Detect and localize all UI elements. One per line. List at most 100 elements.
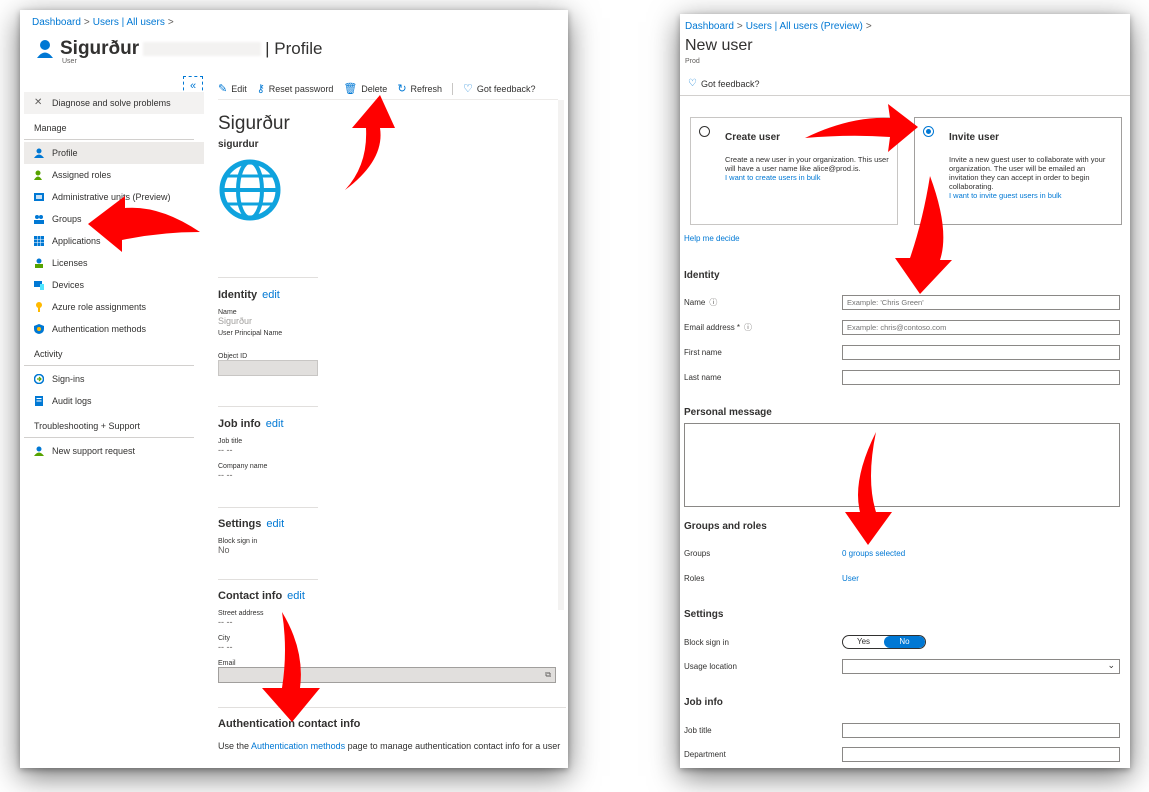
sidebar-item-profile[interactable]: Profile	[24, 142, 204, 164]
usage-location-row: Usage location ⌄	[684, 658, 1124, 674]
last-name-input[interactable]	[842, 369, 1120, 385]
sidebar-item-label: Administrative units (Preview)	[52, 192, 171, 202]
email-field[interactable]: ⧉	[218, 667, 556, 683]
auth-text-prefix: Use the	[218, 741, 252, 751]
identity-section: Identity edit Name Sigurður User Principa…	[218, 289, 318, 376]
toolbar-divider	[452, 82, 454, 95]
refresh-button[interactable]: ↻ Refresh	[397, 82, 442, 95]
first-name-input[interactable]	[842, 344, 1120, 360]
field-label: Job title	[684, 725, 712, 735]
sidebar-item-diagnose[interactable]: ✕ Diagnose and solve problems	[24, 92, 204, 114]
field-label: Street address	[218, 610, 264, 617]
groups-selected-link[interactable]: 0 groups selected	[842, 549, 905, 558]
create-user-radio[interactable]	[699, 126, 710, 137]
wrench-icon: ✕	[34, 97, 43, 108]
sidebar-item-devices[interactable]: Devices	[24, 274, 204, 296]
job-info-section-title: Job info	[684, 697, 723, 708]
sidebar-item-azure-role-assignments[interactable]: Azure role assignments	[24, 296, 204, 318]
sidebar-item-admin-units[interactable]: Administrative units (Preview)	[24, 186, 204, 208]
refresh-label: Refresh	[410, 83, 443, 94]
field-label: City	[218, 635, 231, 642]
feedback-label: Got feedback?	[476, 83, 536, 94]
option-desc-text: Invite a new guest user to collaborate w…	[949, 155, 1106, 191]
edit-button[interactable]: ✎ Edit	[218, 82, 247, 95]
sidebar-item-label: Groups	[52, 214, 82, 224]
chevron-down-icon: ⌄	[1107, 659, 1115, 670]
field-value: No	[218, 545, 230, 555]
toggle-no[interactable]: No	[884, 636, 925, 648]
sidebar-item-label: Profile	[52, 148, 78, 158]
option-title: Invite user	[949, 132, 1000, 143]
job-title-input[interactable]	[842, 722, 1120, 738]
sign-in-icon	[33, 373, 45, 385]
job-edit-link[interactable]: edit	[266, 418, 284, 430]
block-sign-in-toggle[interactable]: Yes No	[842, 635, 926, 649]
nav-section-activity: Activity	[24, 342, 194, 366]
department-row: Department	[684, 746, 1124, 762]
breadcrumb-users[interactable]: Users | All users (Preview)	[746, 21, 863, 32]
field-label: Email	[218, 660, 236, 667]
option-title: Create user	[725, 132, 781, 143]
field-label: Roles	[684, 573, 705, 583]
heart-icon: ♡	[463, 83, 473, 95]
sidebar-item-label: New support request	[52, 446, 136, 456]
option-description: Create a new user in your organization. …	[725, 155, 889, 182]
reset-password-button[interactable]: ⚷ Reset password	[257, 82, 334, 95]
key-icon: ⚷	[256, 83, 265, 95]
new-user-panel: Dashboard > Users | All users (Preview) > N…	[680, 14, 1130, 768]
toggle-yes[interactable]: Yes	[843, 636, 884, 648]
sidebar-item-sign-ins[interactable]: Sign-ins	[24, 368, 204, 390]
feedback-button[interactable]: ♡ Got feedback?	[688, 78, 760, 89]
field-label: User Principal Name	[218, 330, 283, 337]
job-info-section: Job info edit Job title -- -- Company nam…	[218, 418, 284, 480]
nav-section-support: Troubleshooting + Support	[24, 414, 194, 438]
department-input[interactable]	[842, 746, 1120, 762]
authentication-methods-link[interactable]: Authentication methods	[251, 741, 345, 751]
breadcrumb-users[interactable]: Users | All users	[93, 17, 165, 28]
name-input[interactable]	[842, 294, 1120, 310]
email-input[interactable]	[842, 319, 1120, 335]
bulk-create-link[interactable]: I want to create users in bulk	[725, 173, 889, 182]
job-title-row: Job title	[684, 722, 1124, 738]
sidebar-item-authentication-methods[interactable]: Authentication methods	[24, 318, 204, 340]
field-label: Block sign in	[218, 538, 258, 545]
bulk-invite-link[interactable]: I want to invite guest users in bulk	[949, 191, 1113, 200]
scrollbar[interactable]	[558, 100, 564, 610]
sidebar-item-audit-logs[interactable]: Audit logs	[24, 390, 204, 412]
trash-icon: 🗑	[343, 83, 358, 95]
settings-edit-link[interactable]: edit	[266, 518, 284, 530]
sidebar-item-licenses[interactable]: Licenses	[24, 252, 204, 274]
invite-user-option[interactable]: Invite user Invite a new guest user to c…	[914, 117, 1122, 225]
info-icon[interactable]: ⓘ	[744, 323, 752, 332]
sidebar-item-groups[interactable]: Groups	[24, 208, 204, 230]
globe-avatar-icon	[218, 158, 282, 222]
user-icon	[36, 39, 54, 59]
groups-icon	[34, 214, 44, 224]
info-icon[interactable]: ⓘ	[709, 298, 717, 307]
roles-link[interactable]: User	[842, 574, 859, 583]
nav-section-manage: Manage	[24, 116, 194, 140]
field-label: Company name	[218, 463, 268, 470]
sidebar-item-assigned-roles[interactable]: Assigned roles	[24, 164, 204, 186]
sidebar-item-new-support-request[interactable]: New support request	[24, 440, 204, 462]
delete-button[interactable]: 🗑 Delete	[343, 82, 387, 95]
contact-edit-link[interactable]: edit	[287, 590, 305, 602]
feedback-button[interactable]: ♡ Got feedback?	[463, 82, 535, 95]
field-label: Department	[684, 749, 726, 759]
personal-message-textarea[interactable]	[684, 423, 1120, 507]
invite-user-radio[interactable]	[923, 126, 934, 137]
help-me-decide-link[interactable]: Help me decide	[684, 234, 740, 243]
object-id-field[interactable]	[218, 360, 318, 376]
sidebar-item-label: Sign-ins	[52, 374, 85, 384]
usage-location-select[interactable]: ⌄	[842, 658, 1120, 674]
user-profile-panel: Dashboard > Users | All users > Sigurður | …	[20, 10, 568, 768]
identity-edit-link[interactable]: edit	[262, 289, 280, 301]
sidebar-item-applications[interactable]: Applications	[24, 230, 204, 252]
contact-info-section: Contact info edit Street address -- -- Ci…	[218, 590, 556, 683]
create-user-option[interactable]: Create user Create a new user in your or…	[690, 117, 898, 225]
field-label: First name	[684, 347, 722, 357]
copy-icon[interactable]: ⧉	[545, 670, 551, 680]
breadcrumb-dashboard[interactable]: Dashboard	[32, 17, 81, 28]
field-value: -- --	[218, 470, 233, 480]
breadcrumb-dashboard[interactable]: Dashboard	[685, 21, 734, 32]
